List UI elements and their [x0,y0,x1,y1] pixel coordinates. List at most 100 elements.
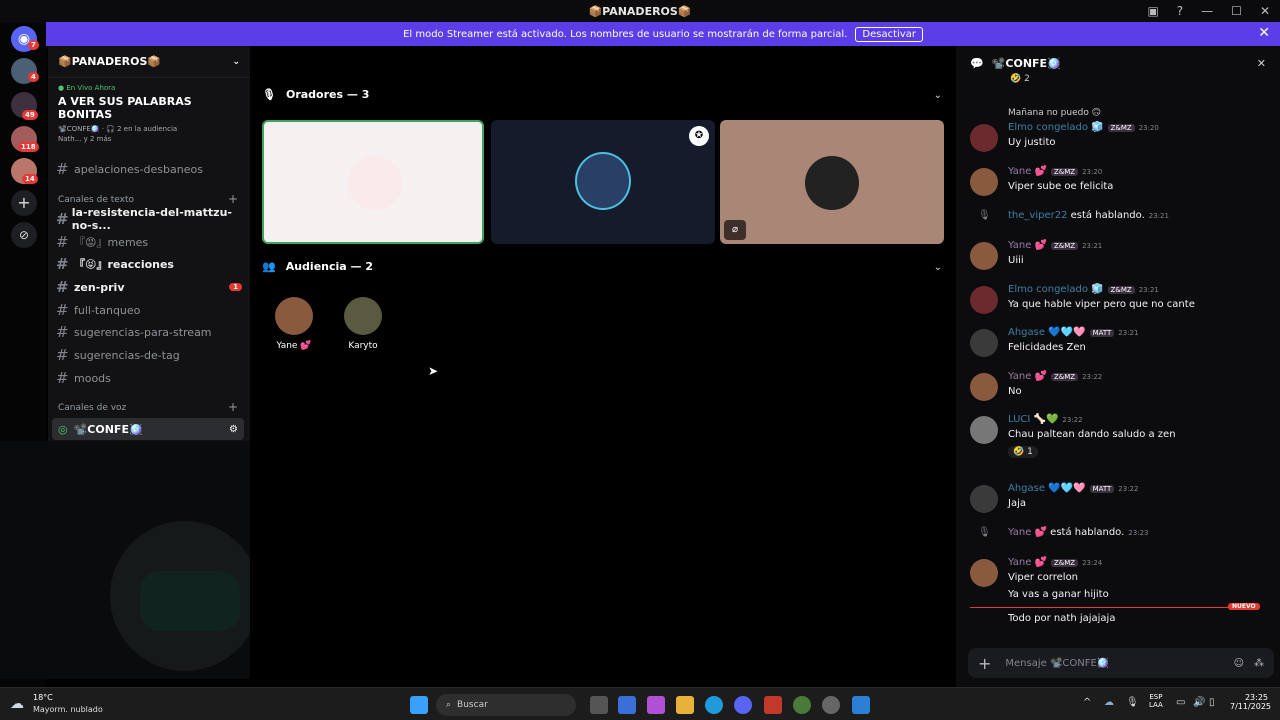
unread-badge: 1 [229,283,242,291]
audience-header[interactable]: 👥 Audiencia — 2 [262,260,373,273]
speaker-tile[interactable] [262,120,484,244]
chevron-down-icon[interactable]: ⌄ [934,262,942,273]
close-chat-icon[interactable]: ✕ [1257,57,1266,70]
reply-preview[interactable]: Mañana no puedo 🙃 [1008,108,1101,118]
search-bar[interactable]: ⌕ Buscar [436,694,576,716]
windows-taskbar: ☁ 18°C Mayorm. nublado ⌕ Buscar ^ ☁ 🎙 ES… [0,687,1280,720]
message-input[interactable]: + Mensaje 📽️CONFE🪩 ☺ ⁂ [968,648,1274,678]
window-title: 📦PANADEROS📦 [588,4,692,18]
channel-item[interactable]: # moods [56,368,246,388]
channel-item[interactable]: # apelaciones-desbaneos [56,159,246,179]
hash-icon: # [56,160,69,178]
chevron-down-icon[interactable]: ⌄ [232,57,240,67]
server-name: 📦PANADEROS📦 [58,55,162,68]
live-title[interactable]: A VER SUS PALABRAS BONITAS [48,92,250,124]
weather-icon[interactable]: ☁ [10,696,24,712]
banner-text: El modo Streamer está activado. Los nomb… [403,28,848,40]
channel-item[interactable]: # la-resistencia-del-mattzu-no-s... [56,206,246,232]
speaker-tile[interactable]: ⌀ [720,120,944,244]
channel-item[interactable]: # sugerencias-de-tag [56,345,246,365]
face-mask [140,571,240,631]
obs-icon[interactable] [822,696,840,714]
close-window-button[interactable]: ✕ [1260,4,1270,18]
chat-panel: 💬 📽️CONFE🪩 ✕ 🤣 2 Mañana no puedo 🙃 Elmo … [956,46,1280,687]
live-people: Nath... y 2 más [58,135,112,143]
maximize-button[interactable]: ☐ [1231,4,1242,18]
avatar [970,124,998,152]
window-titlebar: 📦PANADEROS📦 ▣ ? — ☐ ✕ [0,0,1280,22]
channel-item[interactable]: # full-tanqueo [56,300,246,320]
add-voice-channel-icon[interactable]: + [228,400,238,414]
audience-member[interactable]: Yane 💕 [264,297,324,351]
server-badge: 118 [18,142,39,152]
inbox-icon[interactable]: ▣ [1147,4,1158,18]
voice-category[interactable]: Canales de voz [58,403,126,413]
chat-header: 💬 📽️CONFE🪩 ✕ [956,46,1280,80]
avatar [970,286,998,314]
clock[interactable]: 23:25 7/11/2025 [1230,693,1271,711]
app-icon[interactable] [852,696,870,714]
onedrive-icon[interactable]: ☁ [1104,697,1114,708]
audience-member[interactable]: Karyto [333,297,393,351]
avatar [970,373,998,401]
weather-desc[interactable]: Mayorm. nublado [33,705,103,714]
chat-line[interactable]: Todo por nath jajajaja [1008,613,1115,624]
emoji-icon[interactable]: ☺ [1234,658,1244,669]
text-category[interactable]: Canales de texto [58,195,134,205]
server-badge: 14 [22,174,38,184]
add-server-icon[interactable]: + [11,190,37,216]
speakers-header[interactable]: 🎙 Oradores — 3 [262,88,369,101]
deactivate-button[interactable]: Desactivar [855,26,923,42]
windows-start-icon[interactable] [410,696,428,714]
channel-item[interactable]: # zen-priv 1 [56,277,246,297]
weather-temp[interactable]: 18°C [33,693,53,702]
close-banner-icon[interactable]: ✕ [1258,25,1270,41]
avatar [970,485,998,513]
help-icon[interactable]: ? [1177,4,1183,18]
muted-icon: ⌀ [724,220,746,240]
avatar [970,559,998,587]
new-label: NUEVO [1228,603,1260,610]
reaction[interactable]: 🤣 1 [1008,446,1038,458]
channel-item[interactable]: # 『😡』memes [56,232,246,252]
app-icon[interactable] [793,696,811,714]
add-attachment-icon[interactable]: + [978,654,991,673]
server-badge: 7 [28,40,39,50]
stage-icon: ◎ [58,422,68,436]
channel-item[interactable]: # sugerencias-para-stream [56,322,246,342]
store-icon[interactable] [618,696,636,714]
avatar [970,416,998,444]
microphone-icon[interactable]: 🎙 [1126,697,1139,708]
edge-icon[interactable] [705,696,723,714]
task-view-icon[interactable] [590,696,608,714]
avatar [344,297,382,335]
volume-icon[interactable]: 🔊 [1193,697,1205,708]
server-badge: 49 [22,110,38,120]
avatar [970,168,998,196]
language-indicator[interactable]: ESP LAA [1149,693,1163,709]
tray-chevron-icon[interactable]: ^ [1083,697,1091,708]
channel-item[interactable]: # 『😝』reacciones [56,254,246,274]
minimize-button[interactable]: — [1201,4,1213,18]
chevron-down-icon[interactable]: ⌄ [934,90,942,101]
folder-icon[interactable] [676,696,694,714]
search-icon: ⌕ [446,700,452,710]
chat-line[interactable]: Ya vas a ganar hijito [1008,589,1109,600]
avatar [970,242,998,270]
server-header[interactable]: 📦PANADEROS📦 ⌄ [48,46,250,78]
add-channel-icon[interactable]: + [228,192,238,206]
voice-channel-item[interactable]: ◎ 📽️CONFE🪩 ⚙ [52,418,244,440]
voice-actions-icon[interactable]: ⚙ [229,424,238,435]
explore-icon[interactable]: ⊘ [11,222,37,248]
discord-icon[interactable] [734,696,752,714]
moderator-icon: ✪ [689,126,709,146]
stage-area: 🎙 Oradores — 3 ⌄ ✪ ⌀ 👥 Audiencia — 2 ⌄ Y… [250,46,954,687]
reaction[interactable]: 🤣 2 [1010,74,1030,84]
app-icon[interactable] [764,696,782,714]
network-icon[interactable]: ▭ [1176,697,1185,708]
copilot-icon[interactable] [647,696,665,714]
speaker-tile[interactable]: ✪ [491,120,715,244]
battery-icon[interactable]: ▯ [1209,697,1215,708]
apps-icon[interactable]: ⁂ [1254,658,1264,669]
avatar [575,152,631,210]
